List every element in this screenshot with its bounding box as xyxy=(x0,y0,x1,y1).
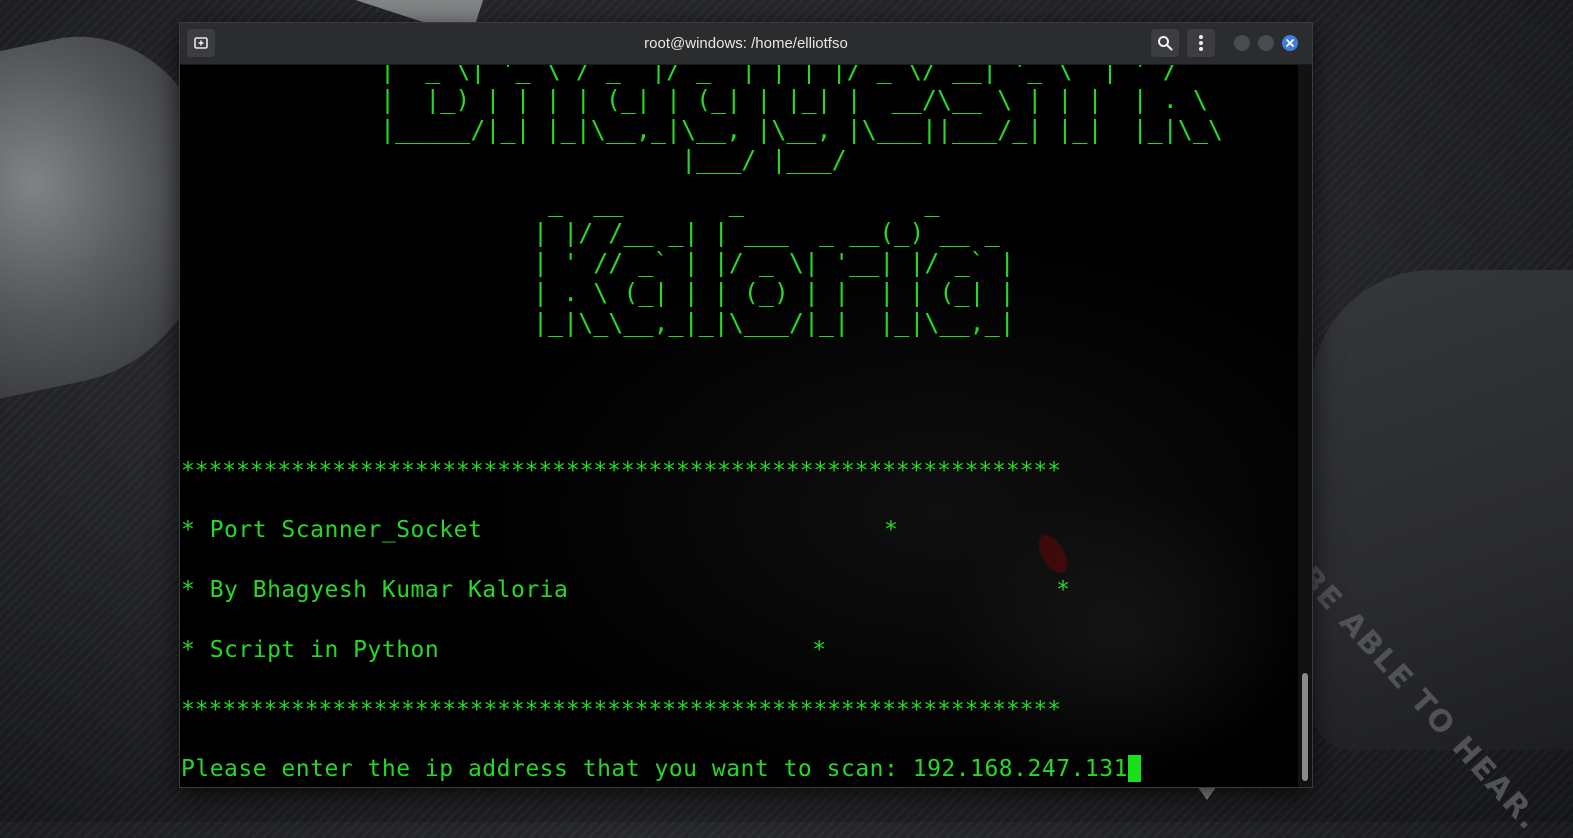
banner-author: * By Bhagyesh Kumar Kaloria * xyxy=(181,577,1071,603)
banner-border-top: ****************************************… xyxy=(181,458,1061,484)
close-icon xyxy=(1286,39,1294,47)
text-cursor xyxy=(1127,755,1141,782)
ascii-art-name: | _ \| '_ \ / _` |/ _` | | | |/ _ \/ __|… xyxy=(380,65,1223,174)
scrollbar[interactable] xyxy=(1298,65,1312,787)
scrollbar-thumb[interactable] xyxy=(1302,673,1308,781)
close-button[interactable] xyxy=(1282,35,1298,51)
prompt-text: Please enter the ip address that you wan… xyxy=(181,756,913,782)
banner-border-bottom: ****************************************… xyxy=(181,697,1061,723)
ascii-art-surname: _ __ _ _ | |/ /__ _| | ___ _ __(_) __ _ … xyxy=(533,188,1015,337)
search-button[interactable] xyxy=(1151,29,1179,57)
maximize-button[interactable] xyxy=(1258,35,1274,51)
banner-title: * Port Scanner_Socket * xyxy=(181,517,899,543)
search-icon xyxy=(1158,36,1173,51)
ip-input[interactable]: 192.168.247.131 xyxy=(913,756,1128,782)
terminal-output[interactable]: | _ \| '_ \ / _` |/ _` | | | |/ _ \/ __|… xyxy=(180,65,1298,787)
terminal-wallpaper-shadow xyxy=(940,485,1298,785)
kebab-menu-icon xyxy=(1199,35,1203,51)
titlebar: root@windows: /home/elliotfso xyxy=(180,23,1312,65)
input-prompt-line[interactable]: Please enter the ip address that you wan… xyxy=(181,755,1141,783)
wallpaper-dragon-shape xyxy=(1312,270,1573,750)
window-title: root@windows: /home/elliotfso xyxy=(644,35,848,52)
terminal-window: root@windows: /home/elliotfso | _ \| '_ … xyxy=(179,22,1313,788)
wallpaper-arrow xyxy=(1197,786,1217,800)
menu-button[interactable] xyxy=(1187,29,1215,57)
banner-language: * Script in Python * xyxy=(181,637,827,663)
minimize-button[interactable] xyxy=(1234,35,1250,51)
